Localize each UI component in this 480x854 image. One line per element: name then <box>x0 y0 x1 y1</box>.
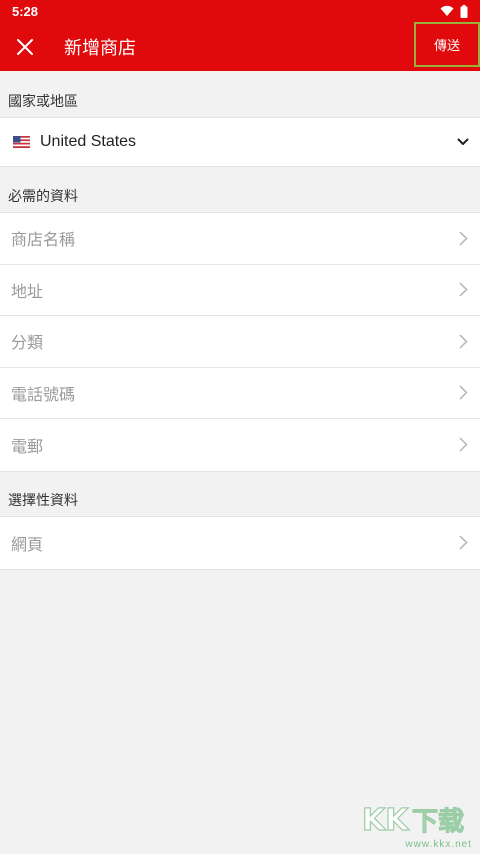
country-selected: United States <box>13 133 136 151</box>
field-phone[interactable]: 電話號碼 <box>0 368 480 419</box>
status-time: 5:28 <box>12 3 39 19</box>
chevron-right-icon <box>459 385 468 400</box>
us-flag-icon <box>13 136 30 148</box>
chevron-right-icon <box>459 437 468 452</box>
chevron-right-icon <box>459 282 468 297</box>
field-email[interactable]: 電郵 <box>0 419 480 471</box>
close-button[interactable] <box>0 22 50 71</box>
field-label: 地址 <box>11 281 44 301</box>
field-label: 電話號碼 <box>11 384 76 404</box>
battery-icon <box>460 4 468 18</box>
chevron-down-icon <box>457 138 469 145</box>
field-label: 分類 <box>11 333 44 353</box>
field-website[interactable]: 網頁 <box>0 517 480 569</box>
app-bar: 5:28 新增商店 傳送 <box>0 0 480 71</box>
svg-text:下载: 下载 <box>412 807 464 837</box>
field-category[interactable]: 分類 <box>0 316 480 368</box>
required-card: 商店名稱 地址 分類 電話號碼 電郵 <box>0 212 480 472</box>
chevron-right-icon <box>459 334 468 349</box>
close-icon <box>17 38 33 55</box>
country-selector[interactable]: United States <box>0 118 480 166</box>
country-card: United States <box>0 117 480 167</box>
optional-card: 網頁 <box>0 516 480 570</box>
status-icons <box>440 4 468 18</box>
page-title: 新增商店 <box>64 37 136 59</box>
field-store-name[interactable]: 商店名稱 <box>0 213 480 265</box>
field-address[interactable]: 地址 <box>0 265 480 316</box>
section-header-optional: 選擇性資料 <box>8 493 78 509</box>
send-button[interactable]: 傳送 <box>414 22 480 67</box>
field-label: 網頁 <box>11 534 44 554</box>
field-label: 商店名稱 <box>11 230 76 250</box>
watermark-url: www.kkx.net <box>405 839 472 850</box>
wifi-icon <box>440 5 454 16</box>
section-header-required: 必需的資料 <box>8 189 78 205</box>
watermark: KK 下载 www.kkx.net <box>358 798 476 850</box>
toolbar: 新增商店 傳送 <box>0 22 480 71</box>
country-value: United States <box>40 133 137 150</box>
watermark-logo: KK 下载 <box>361 802 464 838</box>
section-header-country: 國家或地區 <box>8 94 78 110</box>
chevron-right-icon <box>459 231 468 246</box>
chevron-right-icon <box>459 535 468 550</box>
field-label: 電郵 <box>11 436 44 456</box>
status-bar: 5:28 <box>0 0 480 22</box>
svg-text:KK: KK <box>362 803 410 838</box>
